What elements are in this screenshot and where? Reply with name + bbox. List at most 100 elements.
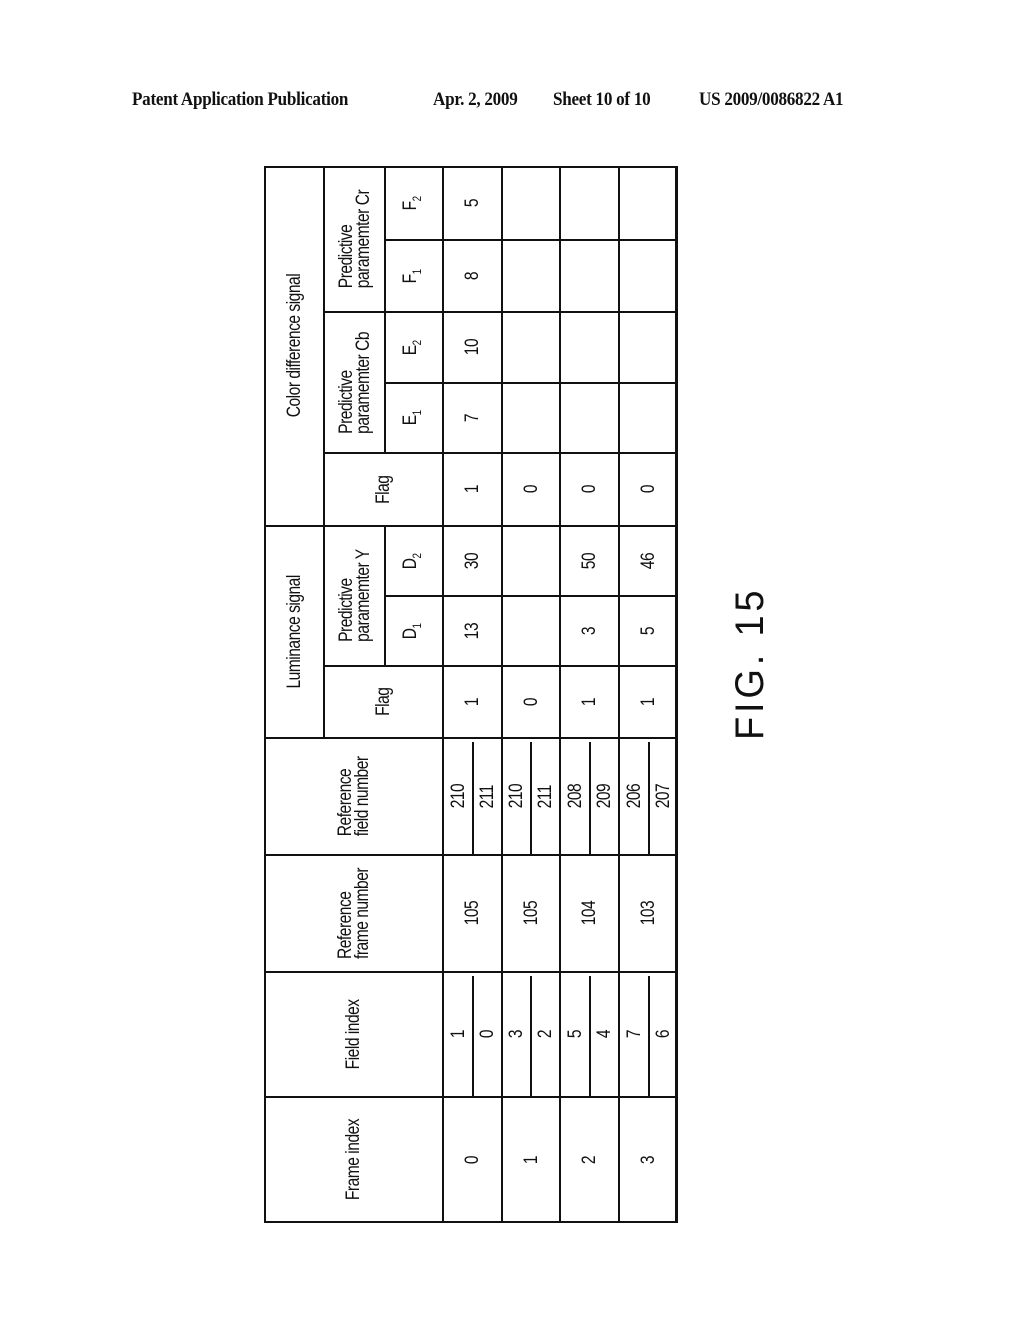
header-e1-text: E1 bbox=[400, 410, 424, 426]
cell-reference-frame-number-text: 105 bbox=[462, 901, 483, 926]
cell-color-flag-text: 0 bbox=[520, 485, 542, 494]
patent-number: US 2009/0086822 A1 bbox=[699, 89, 844, 110]
header-d1-text: D1 bbox=[400, 622, 424, 640]
cell-e1 bbox=[619, 383, 678, 453]
cell-field-index-text: 4 bbox=[594, 1030, 615, 1039]
cell-field-index: 6 bbox=[649, 972, 678, 1097]
cell-d2 bbox=[502, 526, 560, 596]
cell-frame-index: 1 bbox=[502, 1097, 560, 1223]
cell-d1 bbox=[502, 596, 560, 666]
cell-luminance-flag: 1 bbox=[443, 666, 502, 738]
sub-row-divider bbox=[589, 976, 591, 1097]
cell-e1 bbox=[560, 383, 619, 453]
cell-reference-field-number-text: 211 bbox=[477, 784, 498, 809]
header-f2: F2 bbox=[385, 166, 443, 240]
cell-frame-index: 0 bbox=[443, 1097, 502, 1223]
cell-reference-field-number-text: 210 bbox=[447, 784, 469, 809]
column-divider bbox=[324, 665, 678, 667]
cell-d1: 13 bbox=[443, 596, 502, 666]
cell-reference-field-number-text: 206 bbox=[623, 784, 645, 809]
cell-reference-frame-number-text: 103 bbox=[638, 901, 659, 926]
cell-color-flag: 1 bbox=[443, 453, 502, 526]
cell-reference-field-number: 210 bbox=[443, 738, 473, 855]
cell-reference-field-number: 211 bbox=[531, 738, 560, 855]
sub-row-divider bbox=[589, 742, 591, 855]
cell-luminance-flag-text: 1 bbox=[638, 697, 659, 707]
header-predictive-parameter-cb-text: Predictive paramemter Cb bbox=[335, 331, 374, 434]
column-divider bbox=[264, 1096, 678, 1098]
cell-d2: 30 bbox=[443, 526, 502, 596]
header-luminance-flag: Flag bbox=[324, 666, 443, 738]
cell-d2: 50 bbox=[560, 526, 619, 596]
cell-color-flag-text: 0 bbox=[638, 485, 659, 494]
cell-reference-field-number-text: 208 bbox=[564, 784, 586, 809]
cell-d1: 5 bbox=[619, 596, 678, 666]
header-e2: E2 bbox=[385, 312, 443, 383]
column-divider bbox=[264, 971, 678, 973]
cell-field-index: 5 bbox=[560, 972, 590, 1097]
cell-reference-field-number: 207 bbox=[649, 738, 678, 855]
cell-field-index-text: 7 bbox=[623, 1030, 645, 1039]
row-divider bbox=[618, 166, 620, 1223]
cell-reference-field-number: 211 bbox=[473, 738, 502, 855]
cell-e2 bbox=[619, 312, 678, 383]
column-divider bbox=[385, 382, 678, 384]
cell-color-flag: 0 bbox=[502, 453, 560, 526]
figure-label: FIG. 15 bbox=[728, 586, 772, 740]
sub-row-divider bbox=[648, 976, 650, 1097]
header-d2-text: D2 bbox=[400, 552, 424, 570]
cell-reference-frame-number-text: 104 bbox=[579, 901, 600, 926]
cell-field-index: 2 bbox=[531, 972, 560, 1097]
cell-d2-text: 50 bbox=[579, 552, 600, 570]
header-luminance-signal-text: Luminance signal bbox=[283, 575, 305, 689]
column-divider bbox=[385, 595, 678, 597]
cell-e2-text: 10 bbox=[462, 339, 483, 356]
header-reference-frame-number-text: Reference frame number bbox=[334, 867, 373, 960]
cell-f1 bbox=[502, 240, 560, 312]
header-luminance-flag-text: Flag bbox=[373, 687, 394, 717]
column-divider bbox=[264, 525, 678, 527]
header-e2-text: E2 bbox=[400, 339, 424, 356]
header-f1: F1 bbox=[385, 240, 443, 312]
cell-field-index: 0 bbox=[473, 972, 502, 1097]
cell-luminance-flag-text: 1 bbox=[462, 697, 483, 707]
cell-field-index: 1 bbox=[443, 972, 473, 1097]
header-predictive-parameter-y: Predictive paramemter Y bbox=[324, 526, 385, 666]
header-frame-index: Frame index bbox=[264, 1097, 443, 1223]
cell-luminance-flag: 1 bbox=[560, 666, 619, 738]
cell-field-index: 3 bbox=[502, 972, 531, 1097]
cell-field-index-text: 5 bbox=[564, 1030, 586, 1039]
cell-reference-frame-number: 103 bbox=[619, 855, 678, 972]
cell-f1: 8 bbox=[443, 240, 502, 312]
cell-f2: 5 bbox=[443, 166, 502, 240]
cell-field-index-text: 0 bbox=[477, 1030, 498, 1039]
cell-luminance-flag-text: 1 bbox=[579, 697, 600, 707]
row-divider bbox=[501, 166, 503, 1223]
cell-frame-index-text: 0 bbox=[462, 1155, 483, 1165]
sub-row-divider bbox=[648, 742, 650, 855]
cell-f2 bbox=[560, 166, 619, 240]
cell-field-index-text: 3 bbox=[506, 1030, 527, 1039]
cell-d2-text: 46 bbox=[638, 552, 659, 570]
header-predictive-parameter-cr: Predictive paramemter Cr bbox=[324, 166, 385, 312]
cell-reference-field-number-text: 211 bbox=[535, 784, 556, 809]
cell-reference-frame-number: 105 bbox=[502, 855, 560, 972]
header-predictive-parameter-cb: Predictive paramemter Cb bbox=[324, 312, 385, 453]
header-d2: D2 bbox=[385, 526, 443, 596]
row-divider bbox=[323, 526, 325, 738]
cell-field-index-text: 1 bbox=[447, 1030, 469, 1039]
cell-e2: 10 bbox=[443, 312, 502, 383]
cell-field-index: 7 bbox=[619, 972, 649, 1097]
header-predictive-parameter-y-text: Predictive paramemter Y bbox=[335, 549, 374, 643]
cell-f2-text: 5 bbox=[462, 198, 483, 208]
cell-reference-frame-number: 105 bbox=[443, 855, 502, 972]
sub-row-divider bbox=[472, 742, 474, 855]
cell-frame-index-text: 3 bbox=[638, 1155, 659, 1165]
row-divider bbox=[323, 166, 325, 526]
cell-color-flag: 0 bbox=[560, 453, 619, 526]
cell-field-index-text: 6 bbox=[653, 1030, 674, 1039]
column-divider bbox=[324, 452, 678, 454]
header-divider bbox=[442, 166, 444, 1223]
cell-reference-field-number: 209 bbox=[590, 738, 619, 855]
column-divider bbox=[264, 737, 678, 739]
